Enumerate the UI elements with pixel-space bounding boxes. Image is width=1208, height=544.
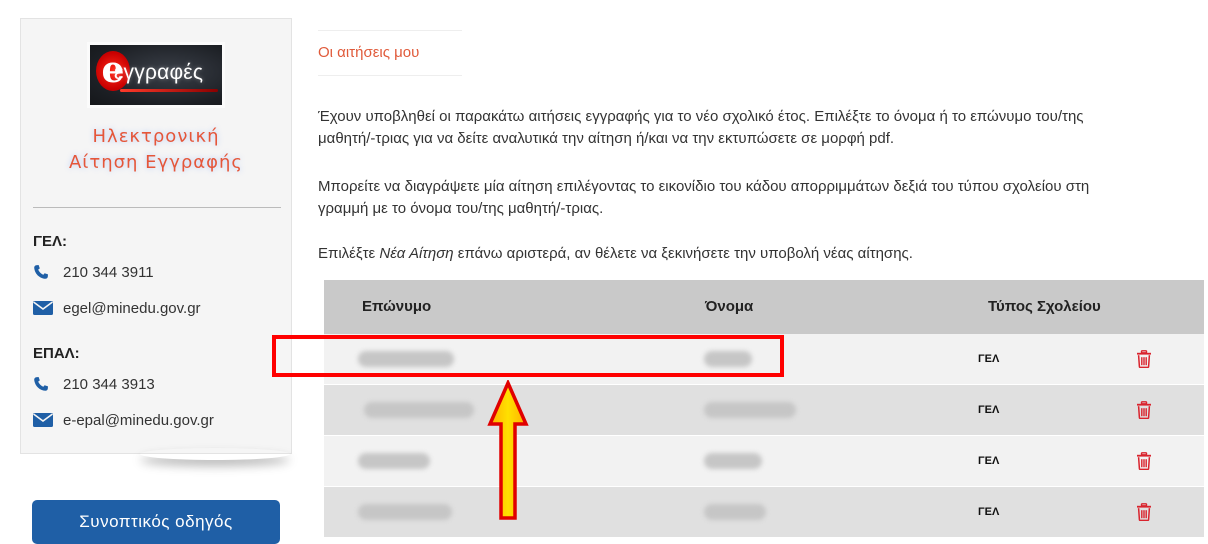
table-header: Επώνυμο Όνομα Τύπος Σχολείου xyxy=(324,280,1204,334)
intro-line1: Έχουν υποβληθεί οι παρακάτω αιτήσεις εγγ… xyxy=(318,108,1084,125)
school-type-cell: ΓΕΛ xyxy=(978,455,1000,467)
intro-paragraph: Έχουν υποβληθεί οι παρακάτω αιτήσεις εγγ… xyxy=(318,106,1208,150)
applications-table: Επώνυμο Όνομα Τύπος Σχολείου ΓΕΛ ΓΕΛ ΓΕΛ… xyxy=(324,280,1204,538)
guide-button[interactable]: Συνοπτικός οδηγός xyxy=(32,500,280,544)
trash-icon[interactable] xyxy=(1136,452,1152,471)
table-row[interactable]: ΓΕΛ xyxy=(324,385,1204,436)
delete-paragraph: Μπορείτε να διαγράψετε μία αίτηση επιλέγ… xyxy=(318,176,1208,220)
new-app-emphasis: Νέα Αίτηση xyxy=(379,245,454,262)
highlight-box xyxy=(272,335,784,377)
table-row[interactable]: ΓΕΛ xyxy=(324,436,1204,487)
trash-icon[interactable] xyxy=(1136,401,1152,420)
trash-icon[interactable] xyxy=(1136,503,1152,522)
logo[interactable]: e εγγραφές xyxy=(87,42,225,108)
delete-line2: γραμμή με το όνομα του/της μαθητή/-τριας… xyxy=(318,200,604,217)
epal-phone-text: 210 344 3913 xyxy=(63,375,155,393)
table-row[interactable]: ΓΕΛ xyxy=(324,487,1204,538)
header-surname[interactable]: Επώνυμο xyxy=(362,280,431,334)
name-cell[interactable] xyxy=(704,402,796,418)
up-arrow-icon xyxy=(487,380,529,520)
envelope-icon xyxy=(33,299,55,317)
app-title-line2: Αίτηση Εγγραφής xyxy=(68,152,243,173)
school-type-cell: ΓΕΛ xyxy=(978,353,1000,365)
sidebar: e εγγραφές Ηλεκτρονική Αίτηση Εγγραφής Γ… xyxy=(20,18,292,454)
epal-heading: ΕΠΑΛ: xyxy=(33,345,80,362)
gel-heading: ΓΕΛ: xyxy=(33,233,68,250)
app-title: Ηλεκτρονική Αίτηση Εγγραφής xyxy=(21,124,291,176)
logo-swoosh xyxy=(120,89,218,92)
epal-email[interactable]: e-epal@minedu.gov.gr xyxy=(33,409,214,431)
phone-icon xyxy=(33,375,55,393)
epal-email-text[interactable]: e-epal@minedu.gov.gr xyxy=(63,412,214,429)
name-cell[interactable] xyxy=(704,453,762,469)
trash-icon[interactable] xyxy=(1136,350,1152,369)
surname-cell[interactable] xyxy=(358,453,430,469)
surname-cell[interactable] xyxy=(364,402,474,418)
gel-email[interactable]: egel@minedu.gov.gr xyxy=(33,297,201,319)
new-app-text-after: επάνω αριστερά, αν θέλετε να ξεκινήσετε … xyxy=(453,245,913,262)
intro-line2: μαθητή/-τριας για να δείτε αναλυτικά την… xyxy=(318,130,895,147)
envelope-icon xyxy=(33,411,55,429)
school-type-cell: ΓΕΛ xyxy=(978,506,1000,518)
gel-email-text[interactable]: egel@minedu.gov.gr xyxy=(63,300,201,317)
surname-cell[interactable] xyxy=(358,504,452,520)
name-cell[interactable] xyxy=(704,504,766,520)
header-name[interactable]: Όνομα xyxy=(705,280,753,334)
sidebar-shadow xyxy=(140,448,290,460)
school-type-cell: ΓΕΛ xyxy=(978,404,1000,416)
app-title-line1: Ηλεκτρονική xyxy=(92,126,220,147)
logo-text: εγγραφές xyxy=(114,61,204,84)
gel-phone-text: 210 344 3911 xyxy=(63,263,154,281)
new-application-paragraph: Επιλέξτε Νέα Αίτηση επάνω αριστερά, αν θ… xyxy=(318,243,1208,265)
phone-icon xyxy=(33,263,55,281)
sidebar-divider xyxy=(33,207,281,208)
breadcrumb[interactable]: Οι αιτήσεις μου xyxy=(318,30,462,76)
epal-phone: 210 344 3913 xyxy=(33,373,155,395)
delete-line1: Μπορείτε να διαγράψετε μία αίτηση επιλέγ… xyxy=(318,178,1090,195)
header-school-type[interactable]: Τύπος Σχολείου xyxy=(988,280,1101,334)
new-app-text-before: Επιλέξτε xyxy=(318,245,380,262)
gel-phone: 210 344 3911 xyxy=(33,261,154,283)
